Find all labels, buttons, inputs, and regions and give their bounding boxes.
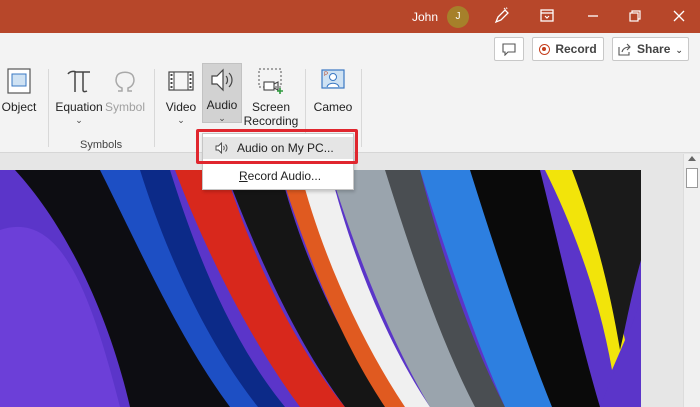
- pen-icon[interactable]: [493, 7, 511, 25]
- svg-text:P: P: [324, 72, 328, 78]
- record-audio-label: ecord Audio...: [247, 169, 322, 183]
- speaker-icon: [215, 142, 228, 154]
- equation-button[interactable]: Equation ⌄: [54, 65, 104, 125]
- scrollbar-thumb[interactable]: [686, 168, 698, 188]
- restore-icon[interactable]: [626, 7, 644, 25]
- film-icon: [165, 65, 197, 97]
- screen-recording-label-1: Screen: [251, 100, 291, 114]
- audio-button[interactable]: Audio ⌄: [202, 63, 242, 123]
- user-avatar[interactable]: J: [447, 6, 469, 28]
- group-separator: [154, 69, 155, 147]
- record-icon: [539, 43, 551, 55]
- cameo-button[interactable]: P Cameo: [313, 65, 353, 114]
- share-icon: [618, 43, 631, 56]
- omega-icon: [109, 65, 141, 97]
- symbol-button[interactable]: Symbol: [105, 65, 145, 114]
- vertical-scrollbar[interactable]: [683, 154, 700, 407]
- comment-icon: [502, 42, 516, 56]
- comments-button[interactable]: [494, 37, 524, 61]
- close-icon[interactable]: [670, 7, 688, 25]
- symbols-group-label: Symbols: [80, 139, 123, 151]
- symbol-label: Symbol: [105, 100, 146, 114]
- record-audio-item[interactable]: Record Audio...: [203, 165, 353, 187]
- record-audio-accel: R: [239, 169, 248, 183]
- video-label: Video: [165, 100, 197, 114]
- group-separator: [361, 69, 362, 147]
- screen-recording-label-2: Recording: [243, 114, 299, 128]
- audio-on-my-pc-item[interactable]: Audio on My PC...: [203, 137, 353, 159]
- equation-label: Equation: [55, 100, 103, 114]
- minimize-icon[interactable]: [584, 7, 602, 25]
- chevron-down-icon: ⌄: [218, 113, 226, 123]
- audio-on-my-pc-label: Audio on My PC...: [237, 141, 334, 155]
- object-icon: [3, 65, 35, 97]
- slide-canvas[interactable]: [0, 170, 641, 407]
- screen-recording-icon: [255, 65, 287, 97]
- object-button[interactable]: Object: [0, 65, 38, 114]
- video-button[interactable]: Video ⌄: [162, 65, 200, 125]
- menu-separator: [205, 162, 352, 163]
- title-bar: John J: [0, 0, 700, 33]
- record-label: Record: [555, 42, 597, 56]
- speaker-icon: [206, 65, 238, 95]
- slide-background-image: [0, 170, 641, 407]
- chevron-down-icon: ⌄: [675, 44, 683, 55]
- ribbon-display-icon[interactable]: [538, 7, 556, 25]
- chevron-down-icon: ⌄: [177, 115, 185, 125]
- share-label: Share: [637, 42, 671, 56]
- pi-icon: [63, 65, 95, 97]
- scroll-up-arrow-icon[interactable]: [688, 156, 696, 161]
- object-label: Object: [1, 100, 37, 114]
- cameo-icon: P: [317, 65, 349, 97]
- audio-dropdown-menu: Audio on My PC... Record Audio...: [202, 133, 354, 190]
- share-button[interactable]: Share ⌄: [612, 37, 689, 61]
- audio-label: Audio: [206, 98, 238, 112]
- record-button[interactable]: Record: [532, 37, 604, 61]
- chevron-down-icon: ⌄: [75, 115, 83, 125]
- screen-recording-button[interactable]: Screen Recording: [243, 65, 299, 128]
- group-separator: [48, 69, 49, 147]
- user-name[interactable]: John: [412, 10, 438, 24]
- cameo-label: Cameo: [313, 100, 353, 114]
